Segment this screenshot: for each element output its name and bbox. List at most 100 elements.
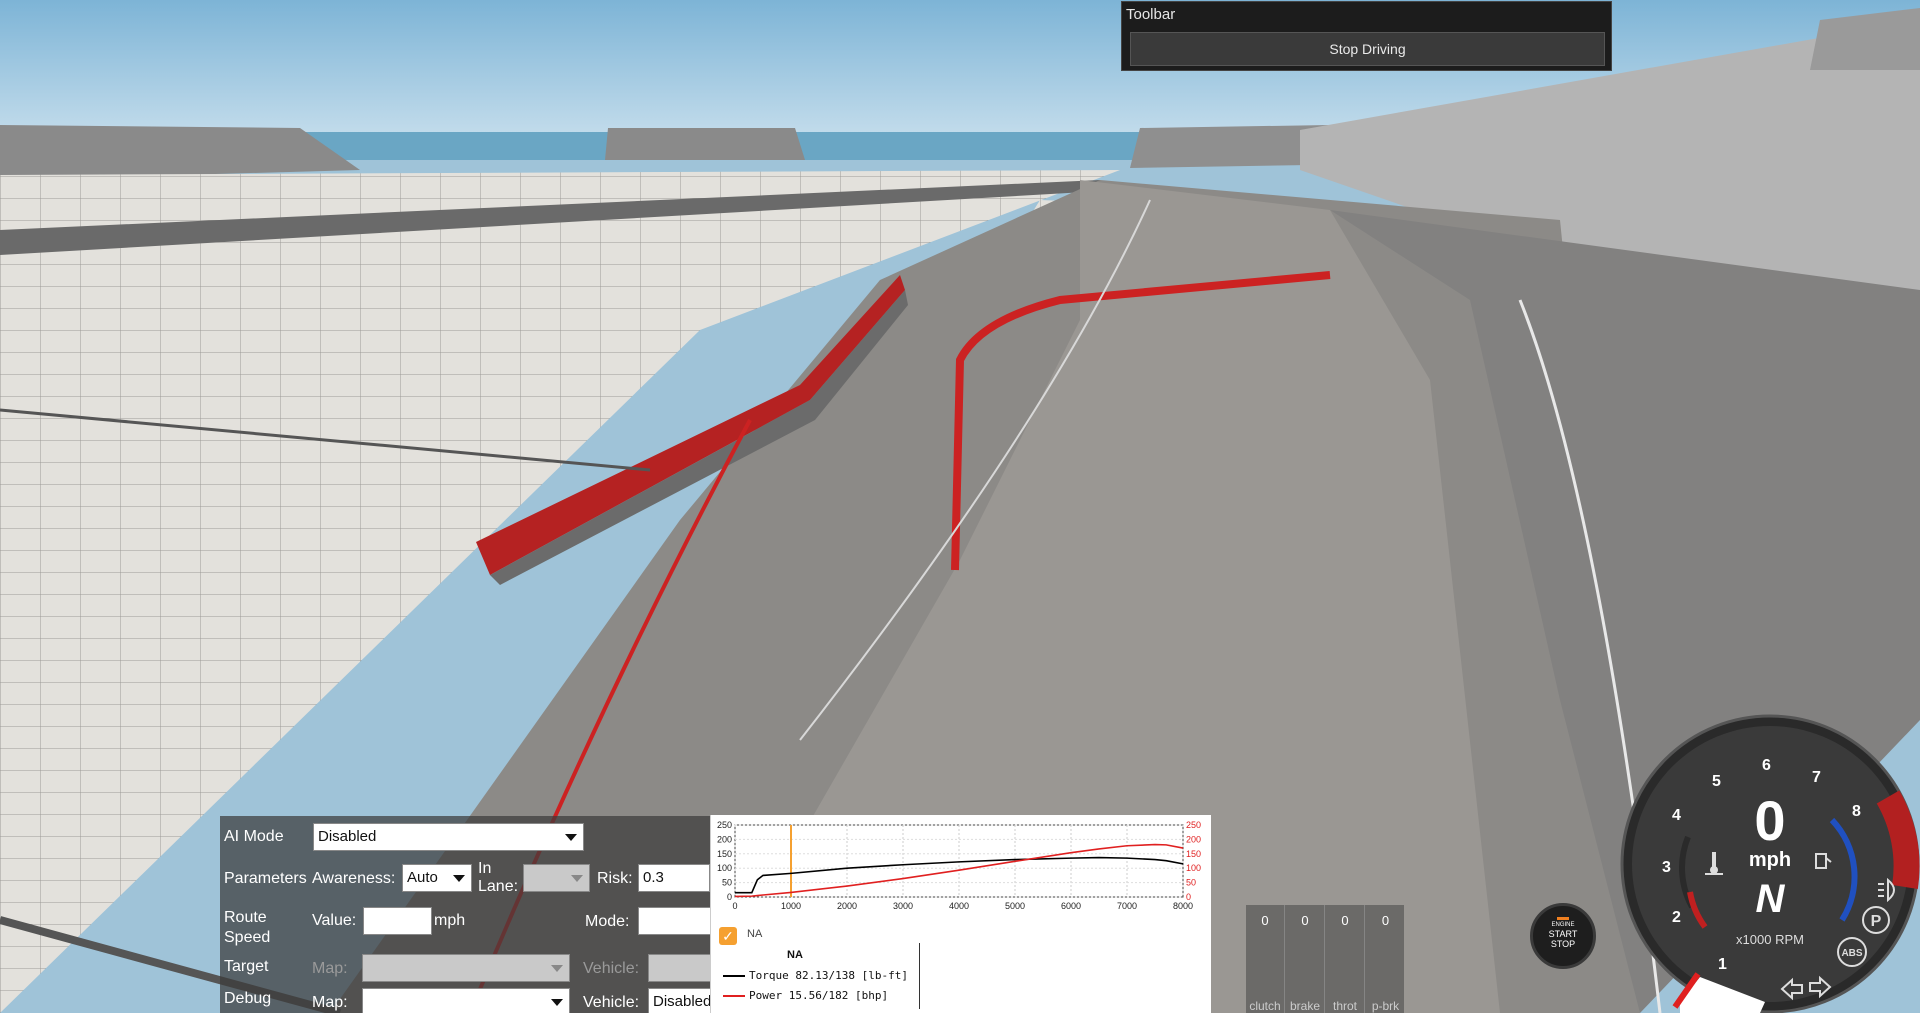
engine-curve-panel: 0 1000 2000 3000 4000 5000 6000 7000 8000 250 200 1…	[710, 815, 1211, 1013]
power-legend: Power 15.56/182 [bhp]	[749, 989, 889, 1002]
na-checkbox[interactable]: ✓	[719, 927, 737, 945]
rpm-tick-1: 1	[1718, 956, 1727, 973]
pedal-value: 0	[1381, 913, 1390, 928]
awareness-select[interactable]: Auto	[402, 864, 472, 892]
route-speed-label: Route Speed	[224, 909, 271, 946]
rpm-tick-3: 3	[1662, 859, 1671, 876]
rpm-unit: x1000 RPM	[1736, 932, 1804, 947]
route-speed-value-input[interactable]	[363, 907, 432, 935]
chevron-down-icon	[565, 834, 577, 841]
target-vehicle-select[interactable]	[648, 954, 710, 982]
in-lane-select[interactable]	[523, 864, 590, 892]
parameters-label: Parameters	[224, 870, 307, 887]
y-tick-label-left: 150	[717, 849, 732, 859]
x-tick-label: 5000	[1005, 901, 1025, 911]
y-tick-label-left: 50	[722, 878, 732, 888]
abs-label: ABS	[1841, 948, 1862, 959]
x-tick-label: 1000	[781, 901, 801, 911]
y-tick-label-right: 200	[1186, 834, 1201, 844]
rpm-tick-6: 6	[1762, 757, 1771, 774]
torque-legend-swatch	[723, 975, 745, 977]
gear-indicator: N	[1756, 877, 1786, 921]
pedal-throttle: 0 throt	[1326, 905, 1365, 1013]
x-tick-label: 7000	[1117, 901, 1137, 911]
target-map-select[interactable]	[362, 954, 570, 982]
pedal-parking-brake: 0 p-brk	[1366, 905, 1405, 1013]
risk-input[interactable]: 0.3	[638, 864, 710, 892]
mode-label: Mode:	[585, 913, 630, 930]
y-tick-label-right: 100	[1186, 863, 1201, 873]
rpm-tick-2: 2	[1672, 909, 1681, 926]
pedal-name: brake	[1289, 999, 1321, 1013]
pedal-name: clutch	[1249, 999, 1281, 1013]
x-tick-label: 8000	[1173, 901, 1193, 911]
chevron-down-icon	[453, 875, 465, 882]
stop-driving-button[interactable]: Stop Driving	[1130, 32, 1605, 66]
y-tick-label-right: 250	[1186, 820, 1201, 830]
grandstand-mid	[605, 128, 805, 160]
mph-label: mph	[434, 912, 466, 929]
parking-brake-letter: P	[1871, 913, 1882, 930]
y-tick-label-right: 150	[1186, 849, 1201, 859]
y-tick-label-left: 0	[727, 892, 732, 902]
value-label: Value:	[312, 912, 357, 929]
toolbar-title: Toolbar	[1126, 6, 1176, 23]
target-label: Target	[224, 958, 269, 975]
rpm-tick-7: 7	[1812, 769, 1821, 786]
rpm-tick-5: 5	[1712, 773, 1721, 790]
ai-mode-select[interactable]: Disabled	[313, 823, 584, 851]
chevron-down-icon	[551, 999, 563, 1006]
route-mode-select[interactable]	[638, 907, 710, 935]
target-map-label: Map:	[312, 960, 348, 977]
pedal-name: throt	[1332, 999, 1357, 1013]
y-tick-label-left: 200	[717, 834, 732, 844]
debug-vehicle-select[interactable]: Disabled	[648, 988, 710, 1013]
y-tick-label-left: 100	[717, 863, 732, 873]
engine-start-stop-button[interactable]: ENGINE START STOP	[1530, 903, 1596, 969]
pedal-brake: 0 brake	[1286, 905, 1325, 1013]
ai-mode-value: Disabled	[318, 828, 377, 845]
ai-control-panel: AI Mode Disabled Parameters Awareness: A…	[220, 816, 710, 1013]
rpm-tick-8: 8	[1852, 803, 1861, 820]
debug-vehicle-label: Vehicle:	[583, 994, 640, 1011]
target-vehicle-label: Vehicle:	[583, 960, 640, 977]
pedal-value: 0	[1261, 913, 1269, 928]
x-tick-label: 2000	[837, 901, 857, 911]
y-tick-label-left: 250	[717, 820, 732, 830]
y-tick-label-right: 0	[1186, 892, 1191, 902]
debug-map-label: Map:	[312, 994, 348, 1011]
x-tick-label: 0	[732, 901, 737, 911]
toolbar-window: Toolbar Stop Driving	[1121, 1, 1612, 71]
legend-title: NA	[787, 949, 803, 961]
speed-readout: 0	[1754, 789, 1785, 852]
in-lane-label: In Lane:	[478, 860, 519, 895]
y-tick-label-right: 50	[1186, 878, 1196, 888]
rpm-tick-4: 4	[1672, 807, 1681, 824]
awareness-value: Auto	[407, 869, 438, 886]
speed-unit: mph	[1749, 849, 1791, 871]
risk-label: Risk:	[597, 870, 633, 887]
dashboard-gauge: 1 2 3 4 5 6 7 8 0 mph N x1000 RPM P ABS	[1620, 714, 1920, 1013]
x-tick-label: 3000	[893, 901, 913, 911]
pedal-name: p-brk	[1371, 999, 1400, 1013]
pedal-value: 0	[1341, 913, 1349, 928]
debug-map-select[interactable]	[362, 988, 570, 1013]
chevron-down-icon	[551, 965, 563, 972]
ai-mode-label: AI Mode	[224, 828, 284, 845]
debug-vehicle-value: Disabled	[653, 993, 710, 1010]
x-tick-label: 4000	[949, 901, 969, 911]
debug-label: Debug	[224, 990, 272, 1007]
chevron-down-icon	[571, 875, 583, 882]
start-button-line1: ENGINE	[1551, 922, 1575, 928]
torque-legend: Torque 82.13/138 [lb-ft]	[749, 969, 908, 982]
engine-indicator-light	[1557, 917, 1569, 920]
grandstand-left	[0, 125, 360, 180]
pedal-clutch: 0 clutch	[1246, 905, 1285, 1013]
na-checkbox-label: NA	[747, 928, 763, 940]
pedal-value: 0	[1301, 913, 1309, 928]
power-legend-swatch	[723, 995, 745, 997]
start-button-line3: STOP	[1550, 939, 1576, 949]
x-tick-label: 6000	[1061, 901, 1081, 911]
engine-curve-chart: 0 1000 2000 3000 4000 5000 6000 7000 80002502001…	[717, 820, 1201, 911]
start-button-line2: START	[1548, 929, 1578, 939]
